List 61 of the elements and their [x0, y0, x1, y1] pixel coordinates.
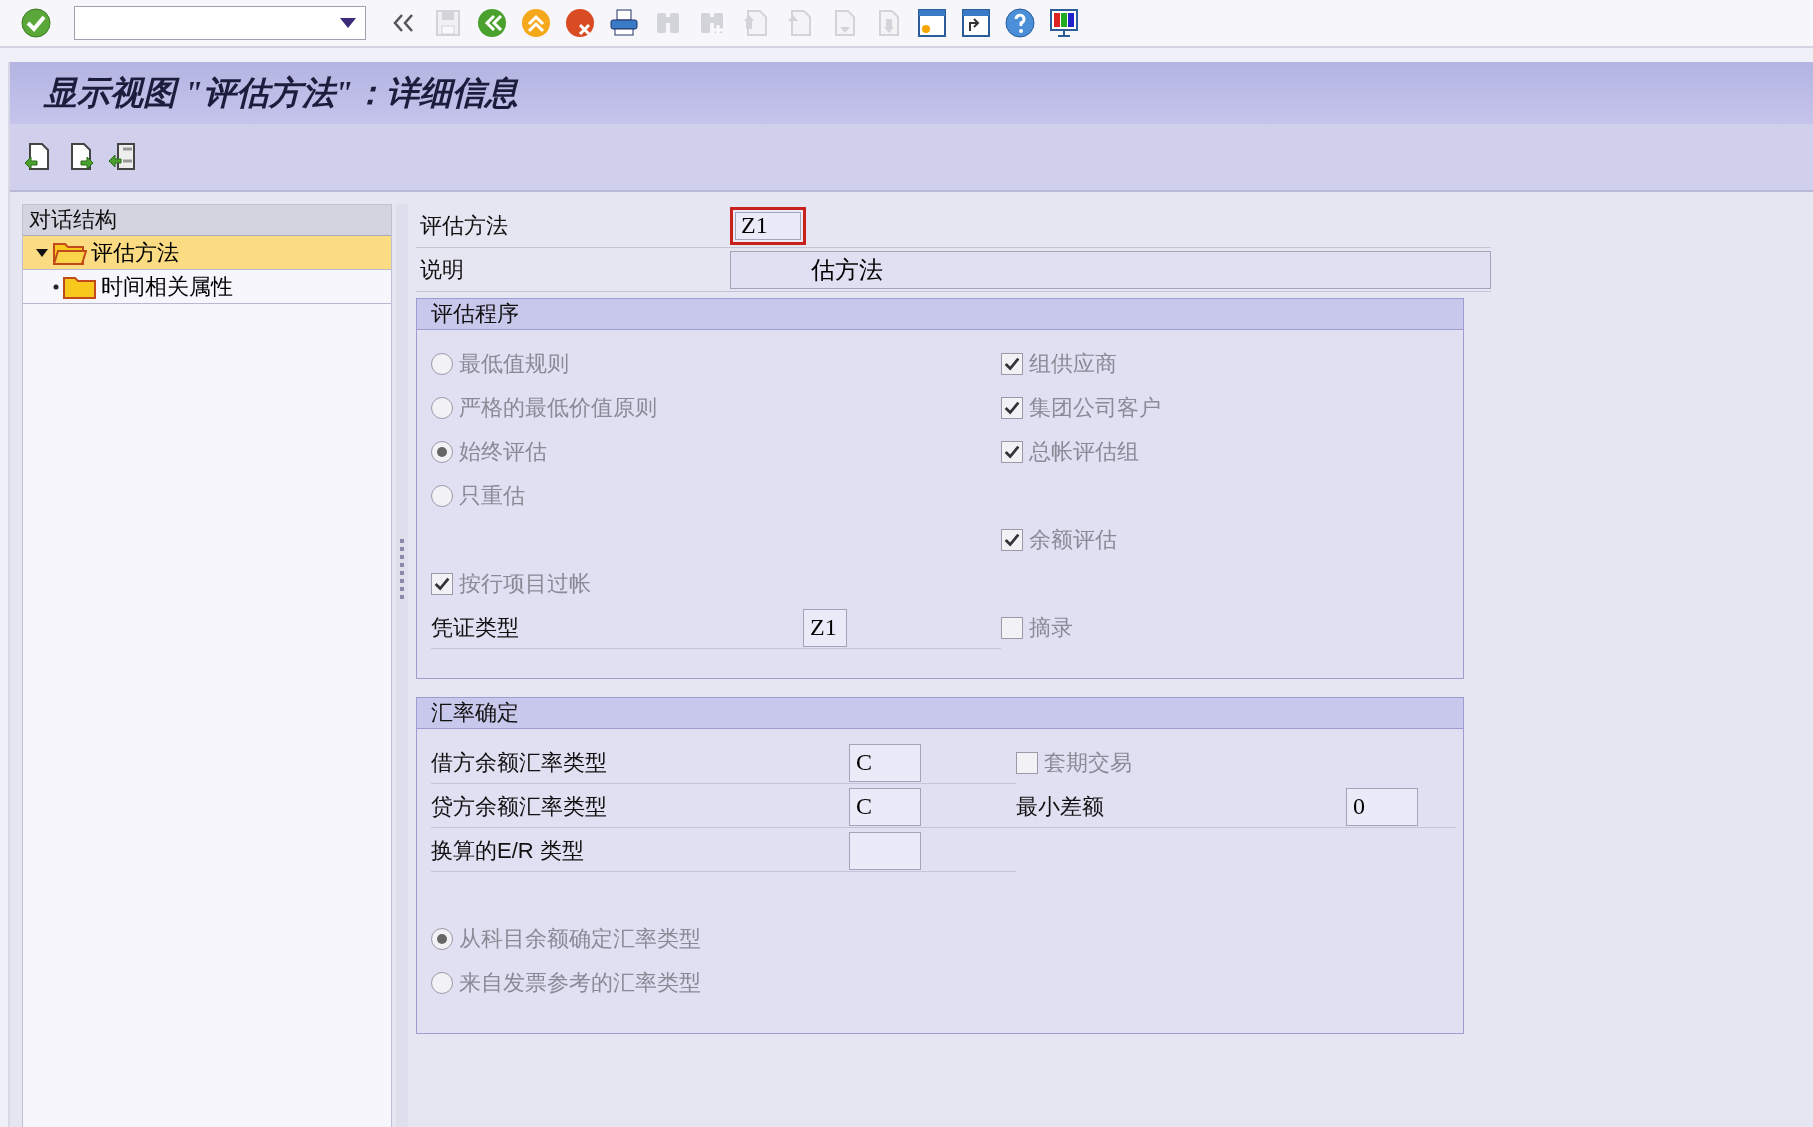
field-label: 换算的E/R 类型	[431, 836, 585, 865]
checkbox[interactable]	[1001, 353, 1023, 375]
option-label: 始终评估	[459, 438, 547, 466]
input-field[interactable]: 0	[1346, 787, 1418, 826]
tree-label: 时间相关属性	[101, 272, 233, 301]
radio-button[interactable]	[431, 928, 453, 950]
field-label: 借方余额汇率类型	[431, 748, 608, 777]
checkbox-label: 按行项目过帐	[459, 570, 591, 598]
checkbox-label: 组供应商	[1029, 350, 1117, 378]
cancel-icon[interactable]	[564, 7, 596, 39]
checkbox-label: 集团公司客户	[1029, 394, 1161, 422]
field-label: 说明	[419, 255, 465, 284]
checkbox[interactable]	[1001, 397, 1023, 419]
checkbox[interactable]	[1001, 529, 1023, 551]
radio-button[interactable]	[431, 972, 453, 994]
print-icon[interactable]	[608, 7, 640, 39]
command-field[interactable]	[74, 6, 366, 40]
screen-title: 显示视图 "评估方法"：详细信息	[10, 62, 1813, 124]
checkbox-label: 余额评估	[1029, 526, 1117, 554]
tree-label: 评估方法	[91, 238, 179, 267]
dropdown-icon[interactable]	[339, 17, 357, 29]
option-label: 最低值规则	[459, 350, 569, 378]
group-title: 汇率确定	[417, 698, 1463, 729]
input-field[interactable]: Z1	[803, 608, 847, 647]
bullet-icon	[53, 283, 59, 290]
option-label: 来自发票参考的汇率类型	[459, 969, 701, 997]
input-field[interactable]: 估方法	[730, 250, 1491, 289]
checkbox-label: 摘录	[1029, 614, 1073, 642]
splitter-handle[interactable]	[396, 204, 408, 1127]
checkbox-label: 总帐评估组	[1029, 438, 1139, 466]
field-label: 贷方余额汇率类型	[431, 792, 608, 821]
option-label: 严格的最低价值原则	[459, 394, 657, 422]
panel-header: 对话结构	[23, 205, 391, 236]
checkbox[interactable]	[1001, 441, 1023, 463]
checkbox-label: 套期交易	[1044, 749, 1132, 777]
layout-icon[interactable]	[1048, 7, 1080, 39]
radio-button[interactable]	[431, 485, 453, 507]
checkbox[interactable]	[1016, 752, 1038, 774]
enter-icon[interactable]	[20, 7, 52, 39]
input-field[interactable]: C	[849, 743, 921, 782]
input-field[interactable]: C	[849, 787, 921, 826]
tree-item[interactable]: 评估方法	[23, 236, 391, 270]
radio-button[interactable]	[431, 397, 453, 419]
radio-button[interactable]	[431, 353, 453, 375]
field-label: 最小差额	[1016, 792, 1105, 821]
checkbox[interactable]	[431, 573, 453, 595]
field-label: 凭证类型	[431, 613, 520, 642]
option-label: 从科目余额确定汇率类型	[459, 925, 701, 953]
tree-item[interactable]: 时间相关属性	[23, 270, 391, 304]
checkbox[interactable]	[1001, 617, 1023, 639]
input-field[interactable]: Z1	[730, 206, 806, 245]
field-label: 评估方法	[419, 211, 509, 240]
group-title: 评估程序	[417, 299, 1463, 330]
input-field[interactable]	[849, 831, 921, 870]
back-icon[interactable]	[476, 7, 508, 39]
option-label: 只重估	[459, 482, 525, 510]
shortcut-icon[interactable]	[960, 7, 992, 39]
help-icon[interactable]	[1004, 7, 1036, 39]
radio-button[interactable]	[431, 441, 453, 463]
new-session-icon[interactable]	[916, 7, 948, 39]
other-entry-icon[interactable]	[106, 141, 138, 173]
